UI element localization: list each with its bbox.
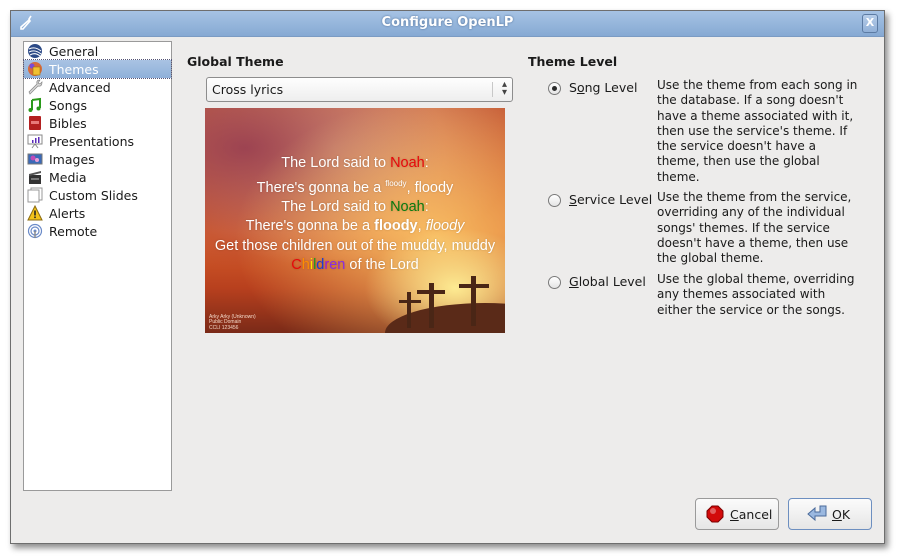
lyric-line: There's gonna be a floody, floody (245, 218, 465, 235)
bible-icon (29, 116, 41, 130)
ok-button[interactable]: OK (788, 498, 872, 530)
radio-label[interactable]: Service Level (569, 192, 652, 207)
sidebar-item-themes[interactable]: Themes (23, 59, 172, 79)
lyric-line: The Lord said to Noah: (281, 198, 429, 215)
radio-button[interactable] (548, 276, 561, 289)
sidebar-item-remote[interactable]: Remote (24, 222, 171, 240)
configure-dialog: Configure OpenLP X General Themes Advanc… (10, 10, 885, 544)
sidebar-item-images[interactable]: Images (24, 150, 171, 168)
close-button[interactable]: X (862, 14, 878, 33)
cross-shape (407, 292, 411, 328)
remote-icon (27, 223, 43, 239)
hill-shape (385, 303, 505, 333)
cross-shape (399, 300, 421, 303)
sidebar-item-custom-slides[interactable]: Custom Slides (24, 186, 171, 204)
rainbow-word: Children (291, 257, 345, 273)
radio-label[interactable]: Song Level (569, 80, 637, 95)
warning-icon (27, 205, 43, 221)
service-level-radio[interactable]: Service Level (548, 192, 652, 207)
wrench-icon (28, 79, 43, 95)
ok-label: OK (832, 506, 851, 522)
preview-lyrics: The Lord said to Noah: There's gonna be … (205, 154, 505, 276)
sidebar-item-label: Images (49, 151, 95, 167)
sidebar-item-alerts[interactable]: Alerts (24, 204, 171, 222)
music-note-icon (28, 97, 41, 112)
lyric-line: Get those children out of the muddy, mud… (214, 237, 496, 254)
sidebar-item-label: Presentations (49, 133, 135, 149)
radio-button[interactable] (548, 82, 561, 95)
rainbow-letter: C (291, 257, 302, 274)
sidebar-item-label: Alerts (49, 205, 86, 221)
stop-icon (706, 505, 724, 523)
enter-arrow-icon (807, 505, 827, 522)
sidebar-item-label: General (49, 43, 99, 59)
settings-category-list[interactable]: General Themes Advanced Songs Bibles Pre… (23, 41, 172, 491)
cancel-label: Cancel (730, 506, 773, 522)
sidebar-item-label: Themes (49, 61, 99, 77)
radio-button[interactable] (548, 194, 561, 207)
sidebar-item-label: Custom Slides (49, 187, 138, 203)
clapperboard-icon (29, 171, 41, 184)
lyric-line: Children of the Lord (291, 257, 419, 274)
window-title: Configure OpenLP (381, 15, 514, 30)
sidebar-item-media[interactable]: Media (24, 168, 171, 186)
globe-icon (28, 44, 42, 58)
slides-icon (27, 187, 43, 203)
sidebar-item-label: Advanced (49, 79, 111, 95)
title-bar[interactable]: Configure OpenLP X (11, 11, 884, 37)
song-level-radio[interactable]: Song Level (548, 80, 637, 95)
service-level-description: Use the theme from the service, overridi… (657, 190, 852, 266)
theme-preview-image: The Lord said to Noah: There's gonna be … (205, 108, 505, 333)
global-level-description: Use the global theme, overriding any the… (657, 272, 855, 317)
sidebar-item-presentations[interactable]: Presentations (24, 132, 171, 150)
rainbow-letter: h (301, 257, 310, 274)
sidebar-item-songs[interactable]: Songs (24, 96, 171, 114)
sidebar-item-label: Songs (49, 97, 87, 113)
preview-footer: Arky Arky (Unknown) Public Domain CCLI 1… (209, 314, 256, 332)
sidebar-item-advanced[interactable]: Advanced (24, 78, 171, 96)
sidebar-item-label: Media (49, 169, 87, 185)
rainbow-letter: en (329, 257, 346, 274)
global-level-radio[interactable]: Global Level (548, 274, 646, 289)
lyric-line: There's gonna be a floody, floody (256, 178, 454, 196)
radio-label[interactable]: Global Level (569, 274, 646, 289)
sidebar-item-label: Remote (49, 223, 98, 239)
song-level-description: Use the theme from each song in the data… (657, 78, 858, 184)
sidebar-item-bibles[interactable]: Bibles (24, 114, 171, 132)
updown-arrow-icon: ▴ ▾ (501, 79, 507, 98)
sidebar-item-general[interactable]: General (24, 42, 171, 60)
cancel-button[interactable]: Cancel (695, 498, 779, 530)
global-theme-heading: Global Theme (187, 54, 284, 69)
cross-shape (459, 284, 489, 288)
presentation-icon (27, 134, 43, 149)
theme-level-heading: Theme Level (528, 54, 618, 69)
footer-line: CCLI 123456 (209, 324, 239, 331)
themes-icon (28, 62, 42, 76)
sidebar-item-label: Bibles (49, 115, 87, 131)
global-theme-select[interactable]: Cross lyrics ▴ ▾ (206, 77, 513, 102)
image-icon (27, 153, 43, 165)
cross-shape (417, 290, 445, 294)
combo-separator (492, 82, 493, 97)
lyric-line: The Lord said to Noah: (281, 155, 429, 171)
global-theme-value: Cross lyrics (212, 82, 284, 97)
